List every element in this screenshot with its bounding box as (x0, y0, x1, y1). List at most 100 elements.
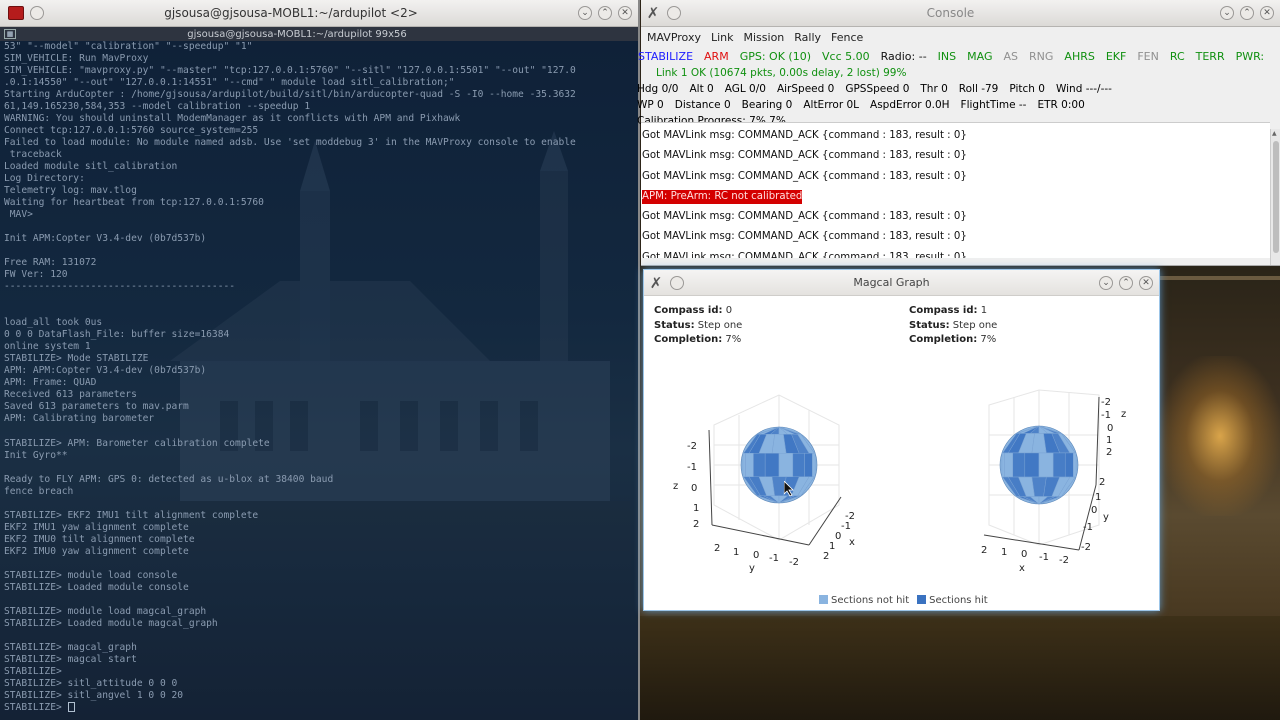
terminal-line: Log Directory: (4, 173, 85, 185)
wallpaper-detail (1160, 276, 1280, 280)
terminal-line: APM: Frame: QUAD (4, 377, 97, 389)
magcal-graph-window: ✗ Magcal Graph ⌄ ⌃ ✕ Compass id: 0 Statu… (643, 269, 1160, 611)
menu-fence[interactable]: Fence (831, 31, 863, 44)
x-app-icon[interactable]: ✗ (645, 4, 661, 22)
terminal-line: WARNING: You should uninstall ModemManag… (4, 113, 461, 125)
terminal-tab-title[interactable]: gjsousa@gjsousa-MOBL1:~/ardupilot 99x56 (16, 29, 578, 40)
flight-stat: Alt 0 (689, 83, 714, 95)
x-tick: 0 (1021, 549, 1027, 560)
terminal-tabbar: ▦ gjsousa@gjsousa-MOBL1:~/ardupilot 99x5… (0, 27, 638, 41)
y-tick: 2 (1099, 477, 1105, 488)
menu-mission[interactable]: Mission (744, 31, 785, 44)
window-menu-icon[interactable] (667, 6, 681, 20)
maximize-icon[interactable]: ⌃ (1240, 6, 1254, 20)
log-text: Got MAVLink msg: COMMAND_ACK {command : … (642, 231, 967, 243)
log-line: Got MAVLink msg: COMMAND_ACK {command : … (641, 164, 1270, 184)
new-tab-icon[interactable]: ▦ (4, 29, 16, 39)
magcal-titlebar[interactable]: ✗ Magcal Graph ⌄ ⌃ ✕ (644, 270, 1159, 296)
compass-id-label: Compass id: (654, 305, 723, 316)
minimize-icon[interactable]: ⌄ (578, 6, 592, 20)
legend-item-not-hit: Sections not hit (819, 595, 909, 606)
flight-status-row: Hdg 0/0 Alt 0 AGL 0/0 AirSpeed 0 GPSSpeed 0 T… (637, 81, 1280, 97)
sphere-section-hit (753, 453, 766, 477)
status-indicator: EKF (1105, 49, 1127, 63)
terminal-line: Init Gyro** (4, 449, 68, 461)
flight-stat: Thr 0 (920, 83, 948, 95)
terminal-line: STABILIZE> sitl_attitude 0 0 0 (4, 677, 178, 689)
status-indicator: INS (937, 49, 957, 63)
terminal-titlebar[interactable]: gjsousa@gjsousa-MOBL1:~/ardupilot <2> ⌄ … (0, 0, 638, 27)
navigation-status-row: WP 0 Distance 0 Bearing 0 AltError 0L AspdEr… (637, 97, 1280, 113)
y-tick: 1 (1095, 492, 1101, 503)
scroll-up-icon[interactable]: ▲ (1272, 130, 1277, 137)
flight-stat: Roll -79 (958, 83, 999, 95)
terminal-line: SIM_VEHICLE: Run MavProxy (4, 53, 149, 65)
sphere-section-hit (804, 453, 813, 477)
terminal-line: fence breach (4, 485, 74, 497)
sphere-section-hit (792, 453, 805, 477)
z-tick: 0 (691, 483, 697, 494)
z-tick: -2 (1101, 397, 1111, 408)
x-tick: -2 (1059, 555, 1069, 566)
console-log[interactable]: Got MAVLink msg: COMMAND_ACK {command : … (641, 122, 1270, 258)
menu-mavproxy[interactable]: MAVProxy (647, 31, 701, 44)
console-window: ✗ Console ⌄ ⌃ ✕ MAVProxy Link Mission Ra… (637, 0, 1280, 266)
log-line: Got MAVLink msg: COMMAND_ACK {command : … (641, 123, 1270, 143)
terminal-line: Init APM:Copter V3.4-dev (0b7d537b) (4, 233, 207, 245)
log-line: Got MAVLink msg: COMMAND_ACK {command : … (641, 245, 1270, 258)
z-tick: -2 (687, 441, 697, 452)
flight-stat: AGL 0/0 (724, 83, 766, 95)
x-tick: 2 (823, 551, 829, 562)
terminal-line: Loaded module sitl_calibration (4, 161, 178, 173)
status-indicator: STABILIZE (638, 49, 694, 63)
nav-stat: FlightTime -- (960, 99, 1027, 111)
x-axis-label: x (849, 537, 855, 548)
terminal-prompt[interactable]: STABILIZE> (4, 701, 576, 714)
console-scrollbar[interactable]: ▲ (1270, 129, 1280, 265)
x-app-icon[interactable]: ✗ (648, 274, 664, 292)
maximize-icon[interactable]: ⌃ (598, 6, 612, 20)
sphere-section-not-hit (742, 453, 746, 477)
close-icon[interactable]: ✕ (618, 6, 632, 20)
x-tick: -1 (841, 521, 851, 532)
z-tick: 0 (1107, 423, 1113, 434)
maximize-icon[interactable]: ⌃ (1119, 275, 1133, 290)
wallpaper-glow (1160, 356, 1280, 516)
terminal-line: STABILIZE> APM: Barometer calibration co… (4, 437, 270, 449)
window-menu-icon[interactable] (670, 275, 684, 290)
sphere-mesh (740, 426, 818, 504)
menu-link[interactable]: Link (711, 31, 734, 44)
terminal-line: APM: Calibrating barometer (4, 413, 155, 425)
terminal-output[interactable]: 53" "--model" "calibration" "--speedup" … (0, 41, 638, 720)
z-tick: 2 (693, 519, 699, 530)
z-axis-label: z (673, 481, 678, 492)
nav-stat: AspdError 0.0H (870, 99, 950, 111)
minimize-icon[interactable]: ⌄ (1220, 6, 1234, 20)
z-axis-label: z (1121, 409, 1126, 420)
terminal-line: FW Ver: 120 (4, 269, 68, 281)
compass-status-label: Status: (654, 319, 695, 331)
nav-stat: Distance 0 (674, 99, 731, 111)
flight-stat: Wind ---/--- (1055, 83, 1112, 95)
close-icon[interactable]: ✕ (1260, 6, 1274, 20)
flight-stat: GPSSpeed 0 (845, 83, 910, 95)
minimize-icon[interactable]: ⌄ (1099, 275, 1113, 290)
nav-stat: WP 0 (637, 99, 664, 111)
nav-stat: AltError 0L (803, 99, 860, 111)
sphere-section-not-hit (1038, 452, 1054, 478)
legend-swatch (819, 595, 828, 604)
terminal-line: SIM_VEHICLE: "mavproxy.py" "--master" "t… (4, 65, 576, 77)
terminal-line: STABILIZE> sitl_angvel 1 0 0 20 (4, 689, 184, 701)
close-icon[interactable]: ✕ (1139, 275, 1153, 290)
menu-rally[interactable]: Rally (794, 31, 821, 44)
magcal-title: Magcal Graph (853, 276, 930, 289)
terminal-line: 0 0 0 DataFlash_File: buffer size=16384 (4, 329, 230, 341)
scrollbar-thumb[interactable] (1273, 141, 1279, 253)
console-titlebar[interactable]: ✗ Console ⌄ ⌃ ✕ (641, 0, 1280, 27)
y-tick: -2 (1081, 542, 1091, 553)
y-axis-label: y (1103, 512, 1109, 523)
log-text: Got MAVLink msg: COMMAND_ACK {command : … (642, 130, 967, 141)
